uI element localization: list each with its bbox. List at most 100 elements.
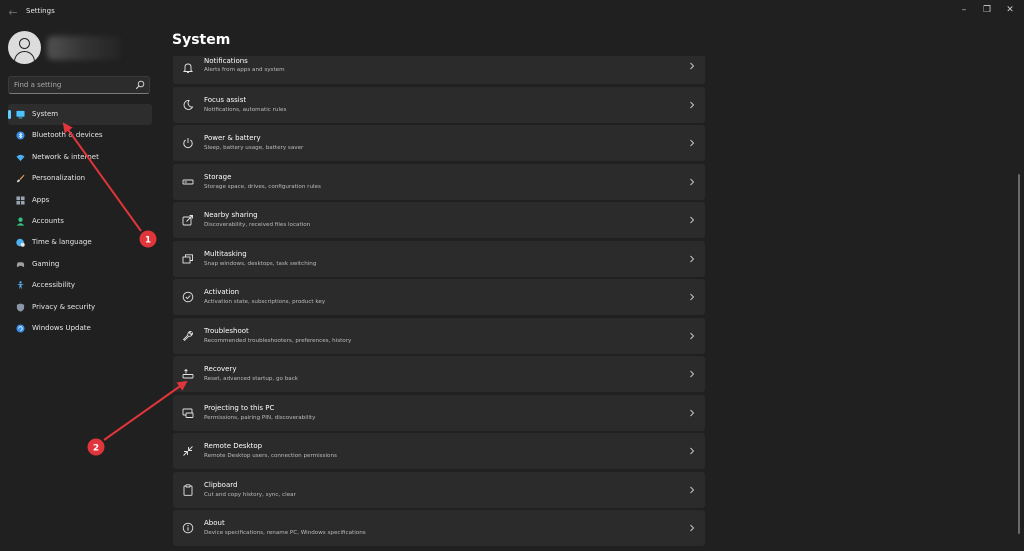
check-circle-icon bbox=[182, 291, 194, 303]
setting-title: Notifications bbox=[204, 57, 248, 65]
search-input[interactable] bbox=[14, 78, 132, 92]
sidebar-item-label: Windows Update bbox=[32, 323, 91, 332]
setting-subtitle: Remote Desktop users, connection permiss… bbox=[204, 453, 337, 459]
setting-title: About bbox=[204, 519, 225, 527]
setting-title: Recovery bbox=[204, 365, 237, 373]
setting-title: Clipboard bbox=[204, 480, 238, 489]
setting-subtitle: Reset, advanced startup, go back bbox=[204, 376, 299, 382]
globe-clock-icon bbox=[16, 239, 25, 248]
setting-subtitle: Alerts from apps and system bbox=[204, 67, 285, 73]
sidebar-item-system[interactable]: System bbox=[8, 104, 152, 126]
search-box[interactable] bbox=[8, 76, 150, 94]
sidebar-item-accessibility[interactable]: Accessibility bbox=[8, 275, 152, 296]
search-icon bbox=[135, 80, 145, 90]
sidebar-nav: System Bluetooth & devices Network & int… bbox=[8, 104, 152, 339]
setting-title: Power & battery bbox=[204, 134, 261, 142]
back-arrow-icon[interactable]: ← bbox=[6, 6, 20, 20]
sidebar-item-label: Privacy & security bbox=[32, 302, 96, 311]
gamepad-icon bbox=[16, 261, 25, 267]
setting-subtitle: Sleep, battery usage, battery saver bbox=[204, 145, 304, 151]
app-title: Settings bbox=[26, 7, 55, 15]
chevron-right-icon bbox=[690, 178, 695, 185]
sidebar-item-gaming[interactable]: Gaming bbox=[8, 254, 152, 275]
page-title: System bbox=[172, 32, 231, 48]
setting-title: Activation bbox=[204, 288, 240, 296]
sidebar-item-label: Bluetooth & devices bbox=[32, 131, 103, 140]
chevron-right-icon bbox=[690, 332, 695, 339]
setting-title: Troubleshoot bbox=[204, 326, 249, 335]
setting-title: Storage bbox=[204, 172, 232, 181]
chevron-right-icon bbox=[690, 139, 695, 147]
setting-multitasking[interactable]: Multitasking Snap windows, desktops, tas… bbox=[173, 240, 705, 277]
sidebar-item-label: Accessibility bbox=[32, 281, 76, 290]
restore-icon[interactable]: ❐ bbox=[980, 4, 994, 16]
avatar[interactable] bbox=[8, 31, 41, 64]
setting-subtitle: Device specifications, rename PC, Window… bbox=[204, 530, 366, 536]
minimize-icon[interactable]: – bbox=[957, 4, 971, 16]
close-icon[interactable]: ✕ bbox=[1003, 4, 1017, 16]
shield-icon bbox=[16, 302, 25, 312]
sidebar-item-label: Apps bbox=[32, 195, 50, 204]
chevron-right-icon bbox=[690, 524, 695, 532]
sidebar-item-label: Time & language bbox=[32, 238, 92, 247]
setting-subtitle: Discoverability, received files location bbox=[204, 222, 311, 228]
wrench-icon bbox=[182, 330, 193, 341]
chevron-right-icon bbox=[690, 62, 695, 70]
setting-title: Nearby sharing bbox=[204, 211, 258, 219]
account-name-blurred bbox=[47, 36, 121, 60]
setting-subtitle: Permissions, pairing PIN, discoverabilit… bbox=[204, 414, 316, 421]
settings-list: Notifications Alerts from apps and syste… bbox=[173, 56, 705, 549]
setting-subtitle: Activation state, subscriptions, product… bbox=[204, 299, 326, 305]
sidebar-item-network-internet[interactable]: Network & internet bbox=[8, 147, 152, 168]
active-indicator bbox=[8, 110, 11, 119]
sidebar-item-label: Gaming bbox=[32, 259, 60, 268]
setting-about[interactable]: About Device specifications, rename PC, … bbox=[173, 510, 705, 546]
accessibility-icon bbox=[16, 281, 25, 290]
annotation-badge-2-label: 2 bbox=[93, 444, 99, 454]
chevron-right-icon bbox=[690, 370, 695, 378]
chevron-right-icon bbox=[690, 216, 695, 224]
setting-power-battery[interactable]: Power & battery Sleep, battery usage, ba… bbox=[173, 125, 705, 161]
sidebar-item-apps[interactable]: Apps bbox=[8, 190, 152, 211]
sidebar-item-bluetooth-devices[interactable]: Bluetooth & devices bbox=[8, 125, 152, 146]
setting-title: Remote Desktop bbox=[204, 442, 263, 450]
setting-recovery[interactable]: Recovery Reset, advanced startup, go bac… bbox=[173, 356, 705, 392]
setting-title: Focus assist bbox=[204, 95, 247, 104]
setting-subtitle: Cut and copy history, sync, clear bbox=[204, 491, 296, 498]
sidebar-item-label: System bbox=[32, 110, 59, 118]
setting-activation[interactable]: Activation Activation state, subscriptio… bbox=[173, 279, 705, 315]
sidebar-item-label: Personalization bbox=[32, 174, 86, 183]
setting-troubleshoot[interactable]: Troubleshoot Recommended troubleshooters… bbox=[173, 317, 705, 354]
scrollbar[interactable] bbox=[1018, 174, 1020, 534]
setting-remote-desktop[interactable]: Remote Desktop Remote Desktop users, con… bbox=[173, 433, 705, 469]
setting-clipboard[interactable]: Clipboard Cut and copy history, sync, cl… bbox=[173, 471, 705, 508]
chevron-right-icon bbox=[690, 447, 695, 455]
sidebar-item-time-language[interactable]: Time & language bbox=[8, 232, 152, 253]
chevron-right-icon bbox=[690, 101, 695, 108]
setting-notifications[interactable]: Notifications Alerts from apps and syste… bbox=[173, 56, 705, 84]
sidebar-item-accounts[interactable]: Accounts bbox=[8, 211, 152, 232]
remote-desktop-icon bbox=[183, 446, 193, 456]
setting-storage[interactable]: Storage Storage space, drives, configura… bbox=[173, 163, 705, 200]
wifi-icon bbox=[16, 154, 25, 161]
sidebar-item-privacy-security[interactable]: Privacy & security bbox=[8, 297, 152, 318]
setting-subtitle: Recommended troubleshooters, preferences… bbox=[204, 337, 352, 344]
annotation-badge-2 bbox=[87, 438, 105, 456]
brush-icon bbox=[16, 174, 25, 183]
sidebar-item-label: Network & internet bbox=[32, 152, 99, 161]
storage-icon bbox=[182, 179, 194, 184]
title-bar: ← Settings – ❐ ✕ bbox=[0, 0, 1024, 26]
update-icon bbox=[16, 324, 25, 333]
setting-nearby-sharing[interactable]: Nearby sharing Discoverability, received… bbox=[173, 202, 705, 238]
setting-focus-assist[interactable]: Focus assist Notifications, automatic ru… bbox=[173, 86, 705, 123]
sidebar-item-personalization[interactable]: Personalization bbox=[8, 168, 152, 189]
setting-title: Multitasking bbox=[204, 249, 247, 258]
person-icon bbox=[16, 217, 25, 226]
system-monitor-icon bbox=[16, 110, 25, 119]
setting-projecting-to-this-pc[interactable]: Projecting to this PC Permissions, pairi… bbox=[173, 394, 705, 431]
setting-subtitle: Snap windows, desktops, task switching bbox=[204, 260, 317, 267]
bluetooth-icon bbox=[16, 131, 25, 140]
multitask-icon bbox=[182, 253, 193, 263]
chevron-right-icon bbox=[690, 255, 695, 262]
sidebar-item-windows-update[interactable]: Windows Update bbox=[8, 318, 152, 339]
